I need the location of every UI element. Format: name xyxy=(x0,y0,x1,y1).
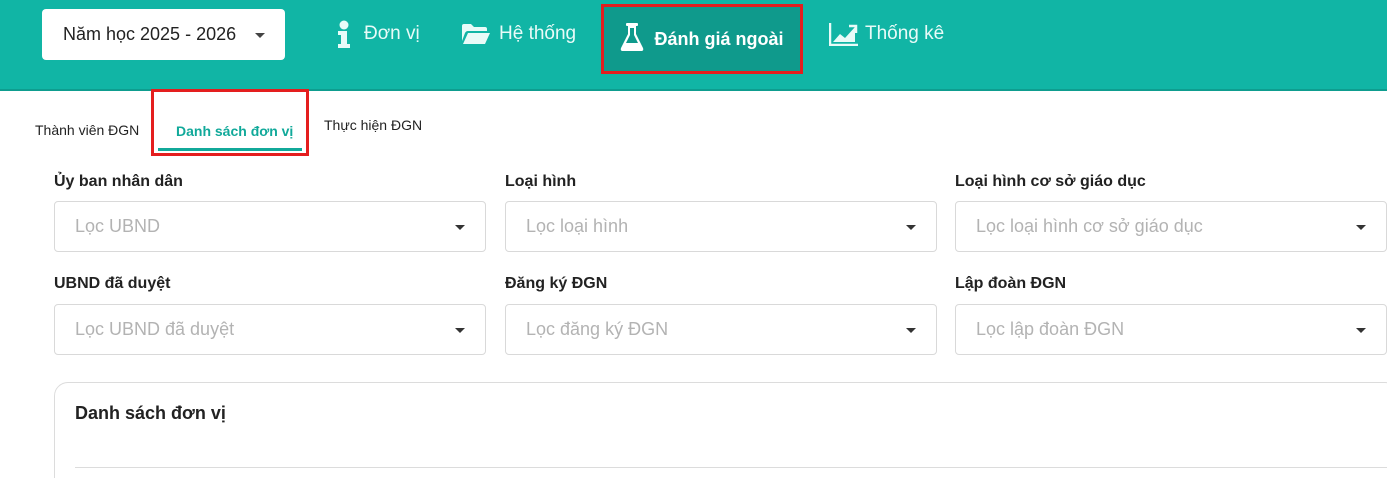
filter-label-loai-hinh: Loại hình xyxy=(505,173,577,190)
caret-down-icon xyxy=(1356,328,1366,333)
nav-item-danh-gia-ngoai[interactable]: Đánh giá ngoài xyxy=(601,4,803,74)
filter-label-lap-doan-dgn: Lập đoàn ĐGN xyxy=(955,275,1067,292)
school-year-select[interactable]: Năm học 2025 - 2026 xyxy=(42,9,285,60)
filter-select-ubnd-da-duyet[interactable]: Lọc UBND đã duyệt xyxy=(54,304,486,355)
filter-placeholder: Lọc UBND đã duyệt xyxy=(75,319,235,339)
nav-label-he-thong: Hệ thống xyxy=(499,23,577,44)
filter-select-ubnd[interactable]: Lọc UBND xyxy=(54,201,486,252)
filter-label-dang-ky-dgn: Đăng ký ĐGN xyxy=(505,275,608,292)
nav-label-don-vi: Đơn vị xyxy=(364,23,420,44)
tab-label: Thực hiện ĐGN xyxy=(324,117,423,133)
caret-down-icon xyxy=(455,225,465,230)
filter-select-dang-ky-dgn[interactable]: Lọc đăng ký ĐGN xyxy=(505,304,937,355)
info-icon xyxy=(334,19,354,49)
caret-down-icon xyxy=(906,225,916,230)
nav-label-thong-ke: Thống kê xyxy=(865,23,945,44)
filter-placeholder: Lọc UBND xyxy=(75,216,161,236)
filter-select-loai-hinh[interactable]: Lọc loại hình xyxy=(505,201,937,252)
card-divider xyxy=(75,467,1387,468)
folder-open-icon xyxy=(461,23,491,45)
tab-label: Thành viên ĐGN xyxy=(35,122,140,138)
caret-down-icon xyxy=(255,33,265,38)
unit-list-card: Danh sách đơn vị xyxy=(54,382,1387,478)
filter-label-loai-hinh-co-so: Loại hình cơ sở giáo dục xyxy=(955,173,1146,190)
area-chart-icon xyxy=(829,22,859,46)
filter-label-ubnd: Ủy ban nhân dân xyxy=(54,173,183,190)
school-year-value: Năm học 2025 - 2026 xyxy=(63,24,237,44)
filter-select-loai-hinh-co-so[interactable]: Lọc loại hình cơ sở giáo dục xyxy=(955,201,1387,252)
tab-thuc-hien-dgn[interactable]: Thực hiện ĐGN xyxy=(324,117,422,133)
tab-thanh-vien-dgn[interactable]: Thành viên ĐGN xyxy=(35,122,139,138)
filter-select-lap-doan-dgn[interactable]: Lọc lập đoàn ĐGN xyxy=(955,304,1387,355)
filter-placeholder: Lọc đăng ký ĐGN xyxy=(526,319,669,339)
active-tab-underline xyxy=(158,148,302,151)
filter-placeholder: Lọc loại hình cơ sở giáo dục xyxy=(976,216,1203,236)
filter-placeholder: Lọc lập đoàn ĐGN xyxy=(976,319,1125,339)
nav-item-he-thong[interactable]: Hệ thống xyxy=(461,12,576,56)
card-title: Danh sách đơn vị xyxy=(75,403,226,423)
caret-down-icon xyxy=(1356,225,1366,230)
nav-item-thong-ke[interactable]: Thống kê xyxy=(829,12,944,56)
tab-label: Danh sách đơn vị xyxy=(176,123,294,139)
caret-down-icon xyxy=(455,328,465,333)
flask-icon xyxy=(620,22,644,57)
top-navigation-bar: Năm học 2025 - 2026 Đơn vị Hệ thống Đánh… xyxy=(0,0,1387,91)
caret-down-icon xyxy=(906,328,916,333)
tab-danh-sach-don-vi[interactable]: Danh sách đơn vị xyxy=(151,89,309,156)
nav-item-don-vi[interactable]: Đơn vị xyxy=(334,12,420,56)
filter-placeholder: Lọc loại hình xyxy=(526,216,629,236)
nav-label-danh-gia-ngoai: Đánh giá ngoài xyxy=(654,28,784,49)
filter-label-ubnd-da-duyet: UBND đã duyệt xyxy=(54,275,171,292)
